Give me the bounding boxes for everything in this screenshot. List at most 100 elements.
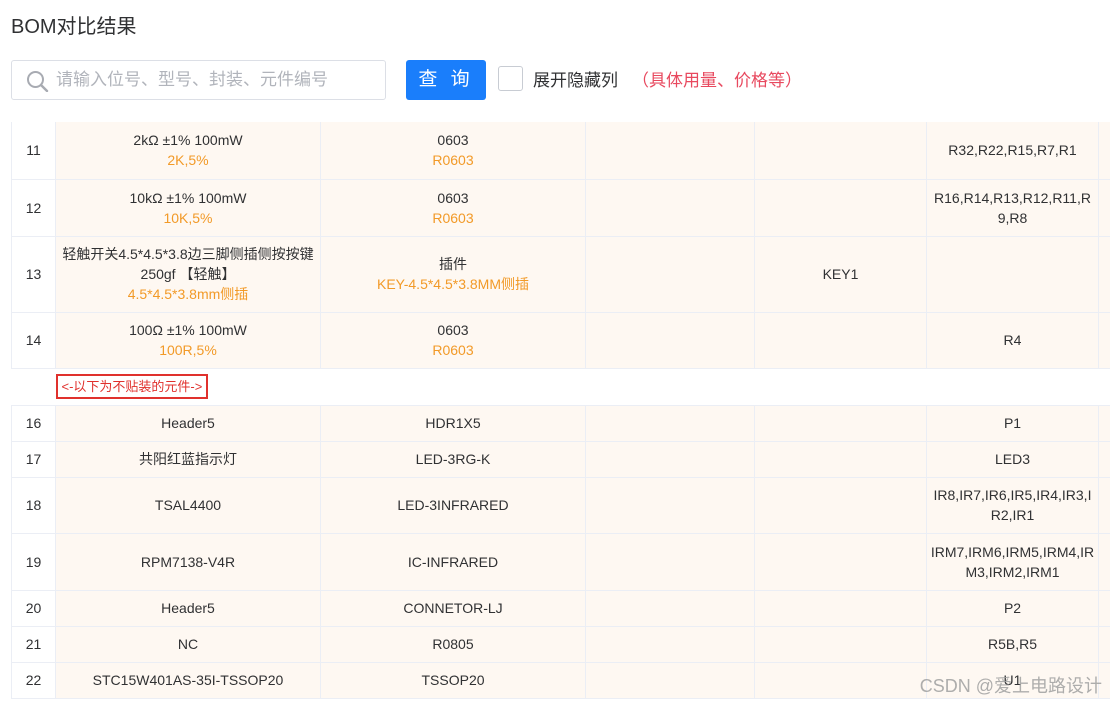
spec-cell: 2kΩ ±1% 100mW 2K,5%: [55, 122, 321, 180]
spec-cell: NC: [55, 626, 321, 663]
refs-cell: R4: [926, 312, 1099, 369]
spec-cell: 100Ω ±1% 100mW 100R,5%: [55, 312, 321, 369]
col3-cell: [585, 477, 755, 534]
package-cell: CONNETOR-LJ: [320, 590, 586, 627]
col3-cell: [585, 441, 755, 478]
col4-cell: [754, 312, 927, 369]
col4-cell: KEY1: [754, 236, 927, 313]
spec-alt-text: 100R,5%: [159, 342, 217, 358]
table-row: 20 Header5 CONNETOR-LJ P2: [11, 590, 1110, 627]
package-alt-text: KEY-4.5*4.5*3.8MM侧插: [377, 276, 529, 292]
refs-cell: R32,R22,R15,R7,R1: [926, 122, 1099, 180]
row-index: 11: [11, 122, 56, 180]
row-index: 19: [11, 533, 56, 591]
table-row: 21 NC R0805 R5B,R5: [11, 626, 1110, 663]
table-row: 12 10kΩ ±1% 100mW 10K,5% 0603 R0603 R16,…: [11, 179, 1110, 237]
trailing-cell: [1098, 590, 1110, 627]
spec-cell: Header5: [55, 405, 321, 442]
spec-alt-text: 2K,5%: [167, 152, 209, 169]
col3-cell: [585, 590, 755, 627]
col3-cell: [585, 312, 755, 369]
table-row: 17 共阳红蓝指示灯 LED-3RG-K LED3: [11, 441, 1110, 478]
row-index: 21: [11, 626, 56, 663]
package-cell: 0603 R0603: [320, 179, 586, 237]
row-index: 12: [11, 179, 56, 237]
row-index: 17: [11, 441, 56, 478]
package-alt-text: R0603: [432, 342, 474, 358]
package-alt-text: R0603: [432, 209, 474, 226]
spec-text: 轻触开关4.5*4.5*3.8边三脚侧插侧按按键250gf 【轻触】: [62, 246, 314, 282]
spec-cell: Header5: [55, 590, 321, 627]
trailing-cell: [1098, 533, 1110, 591]
package-cell: 0603 R0603: [320, 312, 586, 369]
table-row: 16 Header5 HDR1X5 P1: [11, 405, 1110, 442]
spec-cell: 轻触开关4.5*4.5*3.8边三脚侧插侧按按键250gf 【轻触】 4.5*4…: [55, 236, 321, 313]
watermark: CSDN @爱上电路设计: [919, 676, 1102, 696]
trailing-cell: [1098, 626, 1110, 663]
trailing-cell: [1098, 312, 1110, 369]
col4-cell: [754, 662, 927, 699]
package-cell: 插件 KEY-4.5*4.5*3.8MM侧插: [320, 236, 586, 313]
spec-alt-text: 10K,5%: [163, 209, 213, 226]
spec-text: 100Ω ±1% 100mW: [129, 322, 247, 338]
col4-cell: [754, 405, 927, 442]
table-row: 18 TSAL4400 LED-3INFRARED IR8,IR7,IR6,IR…: [11, 477, 1110, 534]
package-cell: HDR1X5: [320, 405, 586, 442]
col4-cell: [754, 590, 927, 627]
col4-cell: [754, 477, 927, 534]
query-button[interactable]: 查 询: [406, 60, 486, 100]
col4-cell: [754, 626, 927, 663]
trailing-cell: [1098, 477, 1110, 534]
package-text: 0603: [437, 189, 469, 206]
table-row: 13 轻触开关4.5*4.5*3.8边三脚侧插侧按按键250gf 【轻触】 4.…: [11, 236, 1110, 313]
spec-cell: RPM7138-V4R: [55, 533, 321, 591]
refs-cell: IR8,IR7,IR6,IR5,IR4,IR3,IR2,IR1: [926, 477, 1099, 534]
col3-cell: [585, 533, 755, 591]
row-index: 18: [11, 477, 56, 534]
refs-cell: P2: [926, 590, 1099, 627]
separator-row: <-以下为不贴装的元件->: [11, 368, 1110, 406]
search-icon: [26, 70, 50, 93]
search-box[interactable]: [11, 60, 386, 100]
row-index: 22: [11, 662, 56, 699]
spec-cell: 共阳红蓝指示灯: [55, 441, 321, 478]
refs-cell: IRM7,IRM6,IRM5,IRM4,IRM3,IRM2,IRM1: [926, 533, 1099, 591]
col3-cell: [585, 179, 755, 237]
trailing-cell: [1098, 122, 1110, 180]
package-cell: 0603 R0603: [320, 122, 586, 180]
col3-cell: [585, 405, 755, 442]
expand-hidden-columns-checkbox[interactable]: [498, 65, 523, 91]
refs-cell: R5B,R5: [926, 626, 1099, 663]
spec-cell: STC15W401AS-35I-TSSOP20: [55, 662, 321, 699]
refs-cell: [926, 236, 1099, 313]
col3-cell: [585, 236, 755, 313]
expand-hidden-columns-toggle[interactable]: 展开隐藏列 （具体用量、价格等）: [498, 65, 802, 91]
row-index: 14: [11, 312, 56, 369]
package-text: 0603: [437, 132, 469, 149]
col4-cell: [754, 533, 927, 591]
trailing-cell: [1098, 179, 1110, 237]
col3-cell: [585, 122, 755, 180]
page-title: BOM对比结果: [11, 16, 137, 38]
package-cell: LED-3RG-K: [320, 441, 586, 478]
expand-hidden-columns-label[interactable]: 展开隐藏列: [533, 66, 618, 91]
trailing-cell: [1098, 236, 1110, 313]
table-row: 11 2kΩ ±1% 100mW 2K,5% 0603 R0603 R32,R2…: [11, 122, 1110, 180]
spec-alt-text: 4.5*4.5*3.8mm侧插: [127, 286, 249, 302]
col3-cell: [585, 626, 755, 663]
spec-cell: TSAL4400: [55, 477, 321, 534]
trailing-cell: [1098, 441, 1110, 478]
package-cell: TSSOP20: [320, 662, 586, 699]
expand-hidden-columns-hint: （具体用量、价格等）: [632, 70, 802, 90]
spec-cell: 10kΩ ±1% 100mW 10K,5%: [55, 179, 321, 237]
table-row: 14 100Ω ±1% 100mW 100R,5% 0603 R0603 R4: [11, 312, 1110, 369]
search-input[interactable]: [56, 62, 376, 98]
refs-cell: LED3: [926, 441, 1099, 478]
package-text: 插件: [439, 256, 467, 272]
col4-cell: [754, 441, 927, 478]
package-cell: LED-3INFRARED: [320, 477, 586, 534]
separator-cell: <-以下为不贴装的元件->: [11, 368, 1110, 406]
row-index: 16: [11, 405, 56, 442]
row-index: 20: [11, 590, 56, 627]
spec-text: 2kΩ ±1% 100mW: [133, 132, 243, 149]
